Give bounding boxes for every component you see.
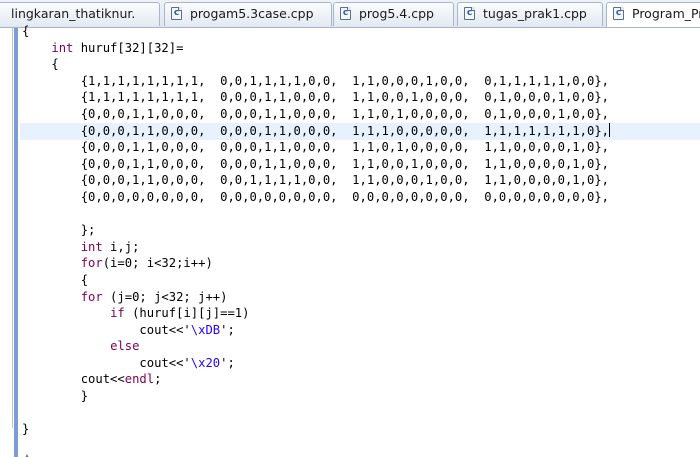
annotation-marker: ▴ [25,451,30,457]
code-line: {0,0,0,1,1,0,0,0, 0,0,0,1,1,0,0,0, 1,1,0… [22,139,610,156]
string-token: \xDB [190,322,221,337]
editor-ruler[interactable] [14,28,18,457]
code-line: if (huruf[i][j]==1) [22,305,610,322]
code-text: (huruf[i][j]==1) [124,306,250,321]
code-text: cout<<' [22,322,191,337]
code-line: for(i=0; i<32;i++) [22,255,610,272]
cpp-file-icon: c [340,7,351,20]
code-line: {0,0,0,1,1,0,0,0, 0,0,0,1,1,0,0,0, 1,1,1… [22,122,610,140]
code-line: cout<<endl; [22,371,610,388]
cpp-file-icon: c [613,7,624,20]
code-text: (i=0; i<32;i++) [102,256,213,271]
code-text: {1,1,1,1,1,1,1,1, 0,0,0,1,1,0,0,0, 1,1,0… [22,90,609,105]
code-text: { [22,24,30,38]
code-line: cout<<'\xDB'; [22,322,610,339]
code-line: { [22,56,610,73]
keyword-token: int [80,239,103,254]
keyword-token: int [51,40,74,55]
fold-indicator-line [12,28,13,428]
code-text: {1,1,1,1,1,1,1,1, 0,0,1,1,1,1,0,0, 1,1,0… [22,73,609,88]
code-text: { [22,57,59,72]
code-text: } [22,422,30,437]
code-text: } [22,389,89,404]
code-text: {0,0,0,1,1,0,0,0, 0,0,0,1,1,0,0,0, 1,1,0… [22,156,609,171]
code-line: {0,0,0,1,1,0,0,0, 0,0,0,1,1,0,0,0, 1,1,0… [22,156,610,173]
editor-gutter [0,28,14,457]
code-text: '; [220,355,235,370]
code-text: { [22,272,89,287]
code-text: {0,0,0,1,1,0,0,0, 0,0,1,1,1,1,0,0, 1,1,0… [22,173,609,188]
code-text: cout<< [22,372,125,387]
code-line: {1,1,1,1,1,1,1,1, 0,0,0,1,1,0,0,0, 1,1,0… [22,89,610,106]
text-caret [609,122,610,137]
source-code[interactable]: { int huruf[32][32]= { {1,1,1,1,1,1,1,1,… [22,23,610,438]
code-line: int huruf[32][32]= [22,40,610,57]
code-text: ; [154,372,162,387]
tab-label: progam5.3case.cpp [190,6,314,21]
code-text: {0,0,0,1,1,0,0,0, 0,0,0,1,1,0,0,0, 1,1,0… [22,140,609,155]
code-line: {0,0,0,1,1,0,0,0, 0,0,0,1,1,0,0,0, 1,1,0… [22,106,610,123]
code-text: i,j; [102,239,140,254]
code-line: for (j=0; j<32; j++) [22,289,610,306]
tab-program-pr[interactable]: c Program_Pr [606,2,700,27]
tab-label: lingkaran_thatiknur. [11,6,136,21]
code-line: } [22,388,610,405]
keyword-token: else [110,339,140,354]
code-text: '; [220,322,235,337]
code-line: int i,j; [22,239,610,256]
code-line: }; [22,222,610,239]
code-text: {0,0,0,1,1,0,0,0, 0,0,0,1,1,0,0,0, 1,1,0… [22,106,609,121]
cpp-file-icon: c [171,7,182,20]
code-line: cout<<'\x20'; [22,355,610,372]
code-line: { [22,272,610,289]
string-token: \x20 [190,355,221,370]
code-line: {0,0,0,1,1,0,0,0, 0,0,1,1,1,1,0,0, 1,1,0… [22,172,610,189]
code-text: {0,0,0,1,1,0,0,0, 0,0,0,1,1,0,0,0, 1,1,1… [22,123,609,138]
tab-label: Program_Pr [632,6,700,21]
keyword-token: for [80,289,103,304]
keyword-token: for [80,256,103,271]
tab-label: prog5.4.cpp [359,6,434,21]
ide-window: lingkaran_thatiknur. c progam5.3case.cpp… [0,0,700,457]
keyword-token: endl [124,372,155,387]
code-line: else [22,338,610,355]
keyword-token: if [110,306,125,321]
code-text: (j=0; j<32; j++) [102,289,228,304]
code-text: cout<<' [22,355,191,370]
code-text: }; [22,223,96,238]
code-text: huruf[32][32]= [73,40,184,55]
code-editor[interactable]: { int huruf[32][32]= { {1,1,1,1,1,1,1,1,… [0,24,700,457]
code-line: {0,0,0,0,0,0,0,0, 0,0,0,0,0,0,0,0, 0,0,0… [22,189,610,206]
code-line: {1,1,1,1,1,1,1,1, 0,0,1,1,1,1,0,0, 1,1,0… [22,73,610,90]
code-text: {0,0,0,0,0,0,0,0, 0,0,0,0,0,0,0,0, 0,0,0… [22,189,609,204]
tab-label: tugas_prak1.cpp [483,6,587,21]
cpp-file-icon: c [464,7,475,20]
code-line: { [22,23,610,40]
code-line: } [22,421,610,438]
